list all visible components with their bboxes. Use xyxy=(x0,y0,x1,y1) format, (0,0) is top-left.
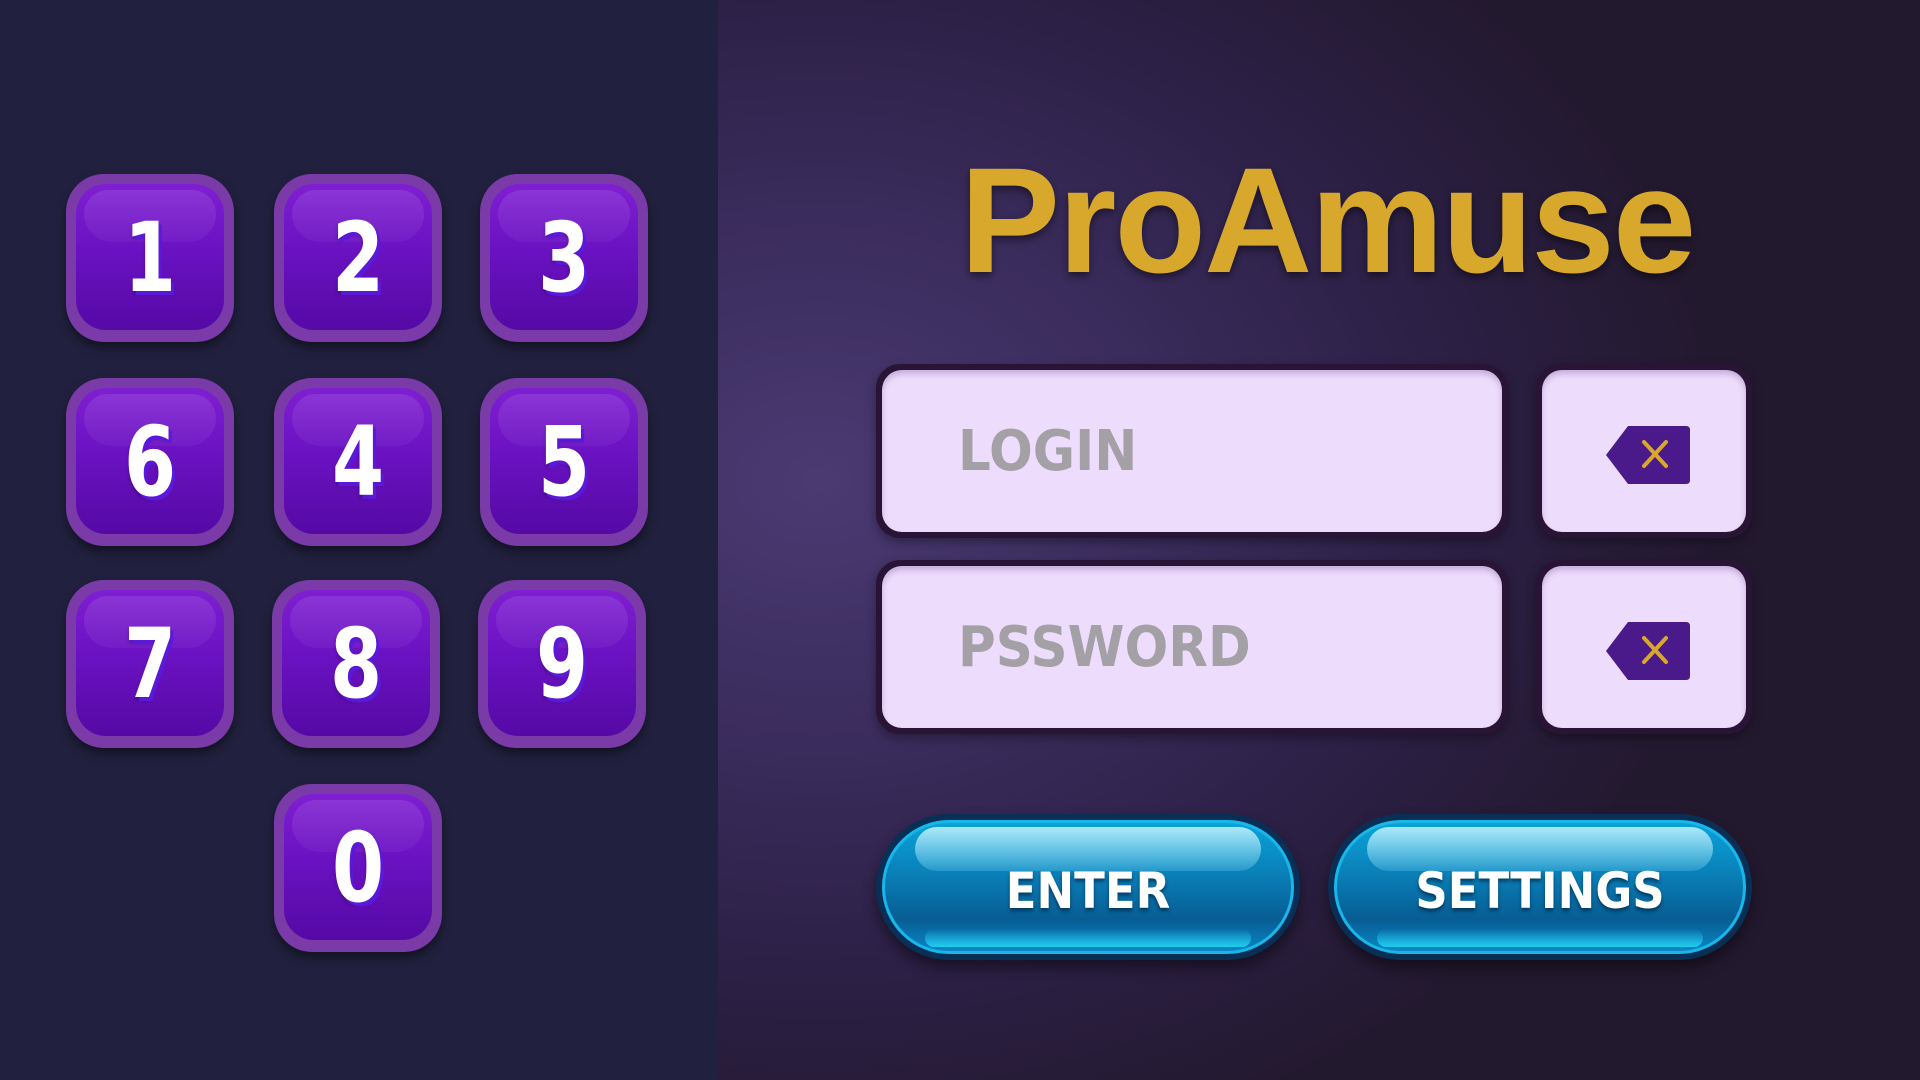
enter-button[interactable]: ENTER xyxy=(876,814,1300,960)
key-label: 7 xyxy=(123,608,177,720)
app-title: ProAmuse xyxy=(960,136,1696,304)
password-field[interactable]: PSSWORD xyxy=(876,560,1508,734)
key-7[interactable]: 7 xyxy=(66,580,234,748)
key-label: 8 xyxy=(329,608,383,720)
key-5[interactable]: 5 xyxy=(480,378,648,546)
login-placeholder: LOGIN xyxy=(958,419,1138,484)
clear-login-button[interactable] xyxy=(1536,364,1752,538)
key-4[interactable]: 4 xyxy=(274,378,442,546)
settings-button[interactable]: SETTINGS xyxy=(1328,814,1752,960)
key-label: 4 xyxy=(331,406,385,518)
key-label: 3 xyxy=(537,202,591,314)
backspace-icon xyxy=(1606,426,1690,484)
login-field[interactable]: LOGIN xyxy=(876,364,1508,538)
key-label: 9 xyxy=(535,608,589,720)
key-8[interactable]: 8 xyxy=(272,580,440,748)
key-0[interactable]: 0 xyxy=(274,784,442,952)
clear-password-button[interactable] xyxy=(1536,560,1752,734)
keypad-panel: 1 2 3 6 4 5 7 8 9 0 xyxy=(0,0,718,1080)
password-placeholder: PSSWORD xyxy=(958,615,1251,680)
backspace-icon xyxy=(1606,622,1690,680)
key-3[interactable]: 3 xyxy=(480,174,648,342)
key-label: 6 xyxy=(123,406,177,518)
key-9[interactable]: 9 xyxy=(478,580,646,748)
key-label: 5 xyxy=(537,406,591,518)
key-1[interactable]: 1 xyxy=(66,174,234,342)
login-screen: 1 2 3 6 4 5 7 8 9 0 ProAmuse LOGIN PSSWO… xyxy=(0,0,1920,1080)
key-label: 0 xyxy=(331,812,385,924)
key-label: 2 xyxy=(331,202,385,314)
key-6[interactable]: 6 xyxy=(66,378,234,546)
key-2[interactable]: 2 xyxy=(274,174,442,342)
key-label: 1 xyxy=(123,202,177,314)
settings-button-label: SETTINGS xyxy=(1415,862,1665,920)
enter-button-label: ENTER xyxy=(1005,862,1171,920)
